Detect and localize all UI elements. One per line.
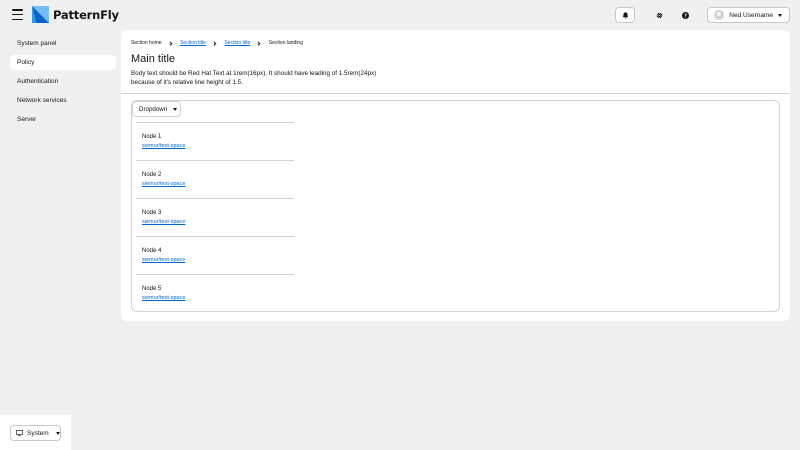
sidebar-footer: System <box>0 415 71 450</box>
node-link[interactable]: siemur/test-space <box>142 295 185 301</box>
node-dropdown[interactable]: Dropdown <box>132 101 181 117</box>
breadcrumb-link[interactable]: Section title <box>224 40 250 46</box>
node-name: Node 4 <box>142 248 162 254</box>
breadcrumb-current: Section landing <box>268 40 303 46</box>
list-item: Node 2 siemur/test-space <box>136 161 294 198</box>
node-name: Node 2 <box>142 172 162 178</box>
caret-down-icon <box>173 107 178 111</box>
brand-logo[interactable]: PatternFly <box>32 6 119 23</box>
sidebar-item-server[interactable]: Server <box>10 112 116 127</box>
dropdown-label: Dropdown <box>139 105 168 113</box>
node-name: Node 5 <box>142 286 162 292</box>
header-tools: ? Ned Username <box>615 7 790 23</box>
node-link[interactable]: siemur/test-space <box>142 257 185 263</box>
user-menu-button[interactable]: Ned Username <box>707 7 790 23</box>
sidebar-item-authentication[interactable]: Authentication <box>10 74 116 89</box>
list-item: Node 3 siemur/test-space <box>136 199 294 236</box>
masthead: PatternFly ? Ned Username <box>0 0 800 30</box>
breadcrumb: Section home Section title Section title… <box>131 40 303 46</box>
monitor-icon <box>16 430 23 436</box>
main-content: Section home Section title Section title… <box>121 30 790 321</box>
list-item: Node 1 siemur/test-space <box>136 123 294 160</box>
list-item: Node 4 siemur/test-space <box>136 237 294 274</box>
caret-down-icon <box>55 431 60 435</box>
section-divider <box>121 93 790 94</box>
caret-down-icon <box>778 13 782 17</box>
node-card: Dropdown Node 1 siemur/test-space Node 2… <box>131 100 780 312</box>
system-theme-label: System <box>27 429 49 437</box>
list-item: Node 5 siemur/test-space <box>136 275 294 312</box>
patternfly-logo-icon <box>32 6 49 23</box>
bell-icon <box>622 11 629 19</box>
sidebar-item-policy[interactable]: Policy <box>10 55 116 70</box>
brand-name: PatternFly <box>53 7 119 22</box>
chevron-right-icon <box>168 41 172 45</box>
help-button[interactable]: ? <box>675 7 695 23</box>
chevron-right-icon <box>256 41 261 45</box>
page-description: Body text should be Red Hat Text at 1rem… <box>131 70 377 86</box>
node-list: Node 1 siemur/test-space Node 2 siemur/t… <box>136 122 294 312</box>
sidebar-item-network-services[interactable]: Network services <box>10 93 116 108</box>
settings-button[interactable] <box>649 7 669 23</box>
notifications-button[interactable] <box>615 7 636 23</box>
breadcrumb-item: Section home <box>131 40 162 46</box>
sidebar: System panel Policy Authentication Netwo… <box>0 30 121 450</box>
system-theme-dropdown[interactable]: System <box>10 425 61 441</box>
svg-text:?: ? <box>684 13 687 19</box>
chevron-right-icon <box>212 41 216 45</box>
node-link[interactable]: siemur/test-space <box>142 181 185 187</box>
question-circle-icon: ? <box>681 11 689 19</box>
sidebar-item-system-panel[interactable]: System panel <box>10 36 116 51</box>
node-link[interactable]: siemur/test-space <box>142 143 185 149</box>
gear-icon <box>656 12 663 18</box>
node-name: Node 1 <box>142 134 162 140</box>
breadcrumb-link[interactable]: Section title <box>180 40 206 46</box>
user-name: Ned Username <box>729 11 773 19</box>
node-name: Node 3 <box>142 210 162 216</box>
page-title: Main title <box>131 53 176 65</box>
avatar <box>714 10 725 20</box>
hamburger-menu-icon[interactable] <box>12 9 23 20</box>
node-link[interactable]: siemur/test-space <box>142 219 185 225</box>
